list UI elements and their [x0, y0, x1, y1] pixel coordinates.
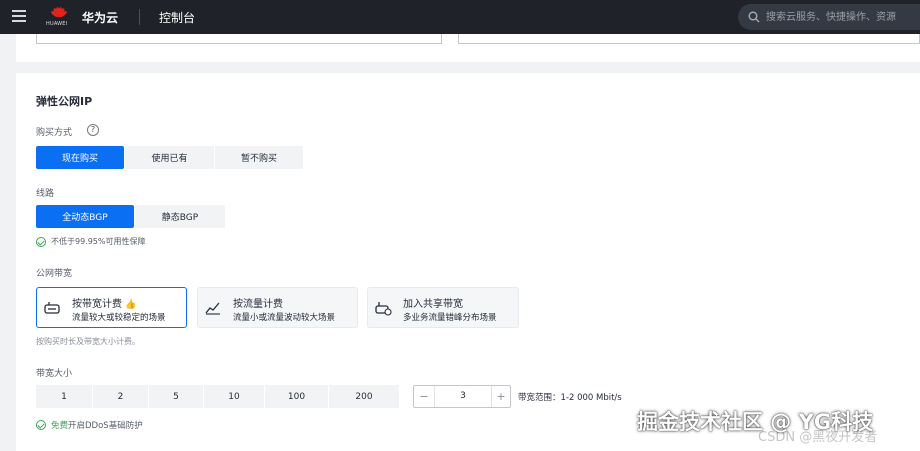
previous-section-card — [16, 34, 920, 62]
billing-by-traffic-card[interactable]: 按流量计费 流量小或流量波动较大场景 — [197, 287, 358, 328]
decrement-button[interactable]: − — [414, 386, 434, 407]
billing-card-subtitle: 多业务流量错峰分布场景 — [403, 313, 497, 323]
help-icon[interactable]: ? — [87, 124, 99, 136]
purchase-option-use-existing[interactable]: 使用已有 — [125, 146, 214, 169]
billing-note: 按购买时长及带宽大小计费。 — [36, 337, 140, 346]
eip-section-card: 弹性公网IP 购买方式 ? 现在购买 使用已有 暂不购买 线路 全动态BGP 静… — [16, 73, 920, 451]
traffic-chart-icon — [205, 302, 220, 315]
brand-name[interactable]: 华为云 — [82, 9, 118, 26]
previous-field-left[interactable] — [36, 34, 442, 44]
line-option-static-bgp[interactable]: 静态BGP — [135, 205, 225, 228]
ddos-protection-note: 免费 开启DDoS基础防护 — [36, 419, 143, 431]
global-search[interactable] — [738, 4, 920, 30]
hamburger-menu-icon[interactable] — [12, 10, 26, 22]
search-icon — [748, 11, 760, 23]
billing-card-subtitle: 流量较大或较稳定的场景 — [72, 313, 166, 323]
previous-field-right[interactable] — [458, 34, 920, 44]
bandwidth-stepper[interactable]: − 3 + — [413, 385, 511, 408]
bandwidth-size-option[interactable]: 2 — [93, 385, 148, 408]
bandwidth-range-hint: 带宽范围：1-2 000 Mbit/s — [518, 393, 622, 403]
bandwidth-size-option[interactable]: 5 — [149, 385, 203, 408]
bandwidth-size-option[interactable]: 100 — [265, 385, 328, 408]
free-tag: 免费 — [51, 421, 69, 431]
ddos-text: 开启DDoS基础防护 — [68, 421, 143, 431]
purchase-method-label: 购买方式 — [36, 128, 73, 138]
console-link[interactable]: 控制台 — [159, 9, 195, 26]
guarantee-text: 不低于99.95%可用性保障 — [51, 237, 146, 246]
bandwidth-size-option[interactable]: 10 — [204, 385, 264, 408]
billing-card-subtitle: 流量小或流量波动较大场景 — [233, 313, 336, 323]
bandwidth-icon — [44, 302, 60, 314]
check-circle-icon — [36, 236, 46, 247]
bandwidth-size-option[interactable]: 1 — [36, 385, 92, 408]
purchase-option-buy-now[interactable]: 现在购买 — [36, 146, 124, 169]
line-label: 线路 — [36, 189, 55, 199]
thumbs-up-icon: 👍 — [125, 300, 137, 310]
purchase-option-not-buy[interactable]: 暂不购买 — [215, 146, 303, 169]
top-navigation-bar: HUAWEI 华为云 控制台 — [0, 0, 920, 34]
billing-by-bandwidth-card[interactable]: 按带宽计费 👍 流量较大或较稳定的场景 — [36, 287, 187, 328]
shared-bandwidth-card[interactable]: 加入共享带宽 多业务流量错峰分布场景 — [367, 287, 519, 328]
bandwidth-size-label: 带宽大小 — [36, 369, 73, 379]
shared-bandwidth-icon — [375, 302, 392, 316]
header-divider — [139, 9, 140, 25]
increment-button[interactable]: + — [491, 386, 511, 407]
billing-card-title: 加入共享带宽 — [403, 299, 463, 310]
line-option-dynamic-bgp[interactable]: 全动态BGP — [36, 205, 134, 228]
check-circle-icon — [36, 420, 46, 430]
billing-card-title: 按流量计费 — [233, 299, 283, 310]
bandwidth-value-input[interactable]: 3 — [434, 386, 492, 407]
bandwidth-label: 公网带宽 — [36, 269, 73, 279]
juejin-watermark: 掘金技术社区 @ YG科技 — [637, 410, 874, 434]
section-title: 弹性公网IP — [36, 95, 93, 108]
logo-wordmark: HUAWEI — [46, 21, 68, 27]
search-input[interactable] — [766, 9, 920, 25]
billing-card-title: 按带宽计费 👍 — [72, 299, 137, 310]
bandwidth-size-option[interactable]: 200 — [329, 385, 399, 408]
availability-guarantee: 不低于99.95%可用性保障 — [36, 236, 146, 247]
